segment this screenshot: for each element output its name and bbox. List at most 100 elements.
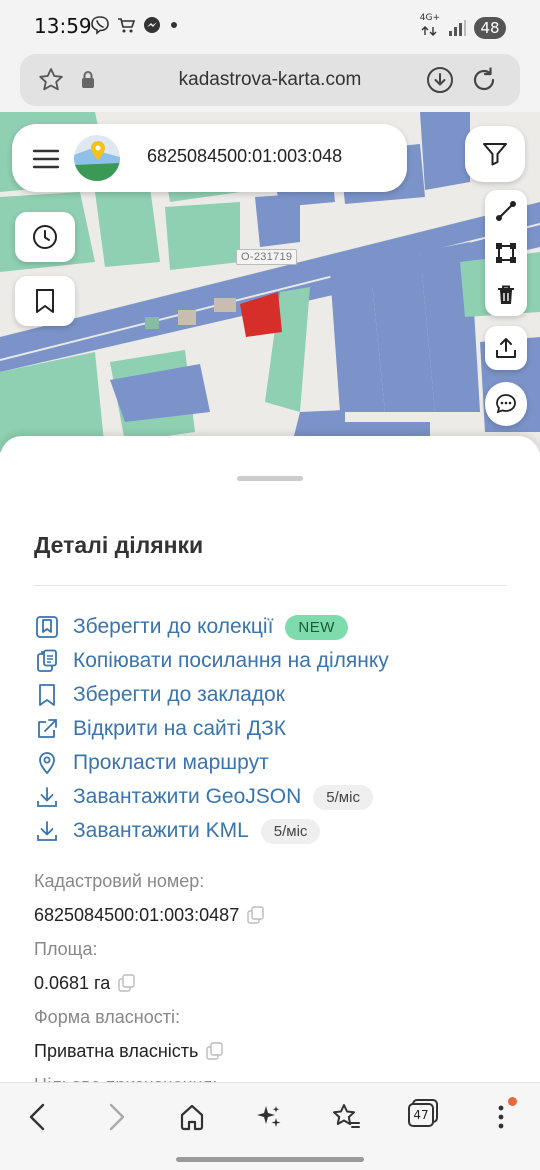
measure-line-button[interactable] [485, 190, 527, 232]
home-indicator[interactable] [176, 1157, 364, 1162]
more-vertical-icon [498, 1105, 504, 1129]
limit-badge: 5/міс [313, 784, 373, 810]
external-link-icon [34, 716, 60, 742]
cadastral-search-value[interactable]: 6825084500:01:003:048 [147, 146, 342, 167]
cadastral-number-label: Кадастровий номер: [34, 871, 205, 891]
network-type: 4G+ [419, 13, 440, 23]
parcel-details-sheet: Деталі ділянки Зберегти до колекції NEW … [0, 436, 540, 1082]
menu-icon[interactable] [32, 148, 60, 175]
sheet-title: Деталі ділянки [34, 532, 204, 558]
history-button[interactable] [15, 212, 75, 262]
notification-dot [508, 1097, 517, 1106]
action-label: Прокласти маршрут [73, 751, 269, 774]
bookmark-icon [36, 289, 54, 313]
home-button[interactable] [169, 1097, 215, 1137]
drawing-tools [485, 190, 527, 316]
browser-bottom-nav: 47 [0, 1082, 540, 1170]
data-arrows-icon [421, 26, 437, 36]
action-label: Зберегти до колекції [73, 615, 274, 638]
copy-parcel-link-action[interactable]: Копіювати посилання на ділянку [34, 644, 514, 678]
viber-icon [91, 16, 109, 35]
build-route-action[interactable]: Прокласти маршрут [34, 746, 514, 780]
messenger-icon [144, 17, 160, 33]
limit-badge: 5/міс [260, 818, 321, 844]
status-time: 13:59 [34, 14, 92, 38]
area-value: 0.0681 га [34, 966, 514, 1000]
url-text[interactable]: kadastrova-karta.com [120, 69, 420, 91]
tabs-button[interactable]: 47 [400, 1097, 446, 1137]
star-list-icon [333, 1104, 360, 1128]
road-label: O-231719 [236, 249, 298, 265]
action-list: Зберегти до колекції NEW Копіювати посил… [34, 610, 514, 848]
battery-level: 48 [474, 16, 506, 39]
delete-drawing-button[interactable] [485, 274, 527, 316]
app-logo-icon [74, 135, 120, 181]
status-right: 4G+ 48 [420, 14, 506, 41]
copy-icon[interactable] [118, 974, 136, 992]
action-label: Відкрити на сайті ДЗК [73, 717, 286, 740]
tab-count: 47 [408, 1103, 434, 1127]
download-icon [34, 818, 60, 844]
bookmark-icon [34, 682, 60, 708]
search-card[interactable]: 6825084500:01:003:048 [12, 124, 407, 192]
action-label: Завантажити KML [73, 819, 249, 842]
ai-assistant-button[interactable] [246, 1097, 292, 1137]
forward-button[interactable] [93, 1097, 139, 1137]
chat-button[interactable] [485, 382, 527, 426]
field-value: Приватна власність [34, 1041, 199, 1061]
filter-button[interactable] [465, 126, 525, 182]
ownership-label: Форма власності: [34, 1007, 180, 1027]
signal-icon [449, 19, 466, 36]
sheet-drag-handle[interactable] [237, 476, 303, 481]
open-dzk-site-action[interactable]: Відкрити на сайті ДЗК [34, 712, 514, 746]
line-tool-icon [496, 201, 516, 221]
lock-icon [80, 70, 96, 95]
copy-link-icon [34, 648, 60, 674]
chevron-right-icon [109, 1103, 125, 1131]
parcel-info: Кадастровий номер: 6825084500:01:003:048… [34, 864, 514, 1082]
field-value: 0.0681 га [34, 973, 111, 993]
field-value: 6825084500:01:003:0487 [34, 905, 240, 925]
action-label: Зберегти до закладок [73, 683, 285, 706]
reload-icon[interactable] [470, 66, 498, 99]
save-to-bookmarks-action[interactable]: Зберегти до закладок [34, 678, 514, 712]
share-button[interactable] [485, 326, 527, 370]
download-icon [34, 784, 60, 810]
measure-area-button[interactable] [485, 232, 527, 274]
back-button[interactable] [15, 1097, 61, 1137]
purpose-label: Цільове призначення: [34, 1068, 514, 1082]
bookmarks-button[interactable] [15, 276, 75, 326]
filter-icon [483, 143, 507, 166]
network-indicator: 4G+ [420, 14, 440, 41]
divider [34, 585, 506, 586]
cadastral-map[interactable]: O-231719 6825084500:01:003:048 [0, 112, 540, 452]
copy-icon[interactable] [206, 1042, 224, 1060]
action-label: Копіювати посилання на ділянку [73, 649, 389, 672]
location-pin-icon [34, 750, 60, 776]
ownership-value: Приватна власність [34, 1034, 514, 1068]
area-label: Площа: [34, 939, 98, 959]
status-notification-icons [90, 15, 180, 35]
more-menu-button[interactable] [478, 1097, 524, 1137]
download-page-icon[interactable] [426, 66, 454, 99]
new-badge: NEW [285, 614, 348, 640]
cadastral-number-value: 6825084500:01:003:0487 [34, 898, 514, 932]
dot-icon [171, 22, 177, 28]
save-to-collection-action[interactable]: Зберегти до колекції NEW [34, 610, 514, 644]
sparkle-icon [257, 1106, 281, 1127]
browser-toolbar: kadastrova-karta.com [0, 52, 540, 112]
clock-icon [33, 225, 57, 249]
home-icon [180, 1104, 204, 1131]
copy-icon[interactable] [247, 906, 265, 924]
cart-icon [118, 18, 136, 33]
chevron-left-icon [29, 1103, 45, 1131]
download-kml-action[interactable]: Завантажити KML 5/міс [34, 814, 514, 848]
favorites-button[interactable] [323, 1097, 369, 1137]
share-icon [496, 338, 516, 358]
bookmark-collection-icon [34, 614, 60, 640]
polygon-tool-icon [496, 243, 516, 263]
download-geojson-action[interactable]: Завантажити GeoJSON 5/міс [34, 780, 514, 814]
star-icon[interactable] [38, 67, 64, 98]
address-bar[interactable]: kadastrova-karta.com [20, 54, 520, 106]
trash-icon [498, 285, 514, 304]
